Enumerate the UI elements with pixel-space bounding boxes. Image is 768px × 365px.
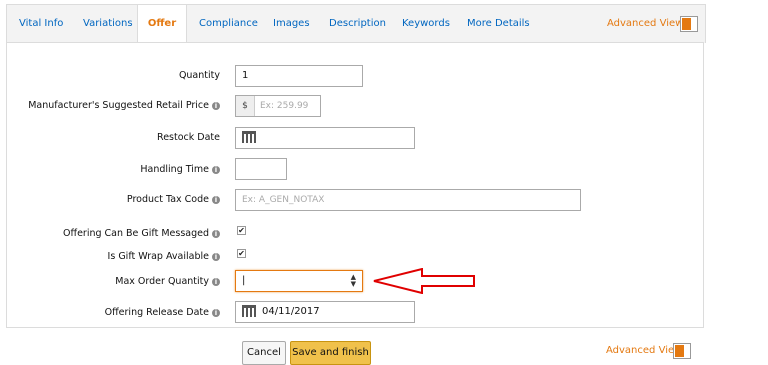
tab-description[interactable]: Description xyxy=(329,5,386,43)
product-tax-code-label: Product Tax Code i xyxy=(127,194,220,205)
calendar-icon[interactable] xyxy=(242,305,256,317)
msrp-label: Manufacturer's Suggested Retail Price i xyxy=(28,100,220,111)
tab-vital-info[interactable]: Vital Info xyxy=(19,5,63,43)
release-date-input[interactable]: 04/11/2017 xyxy=(235,301,415,323)
max-order-quantity-label: Max Order Quantity i xyxy=(115,276,220,287)
gift-wrap-label: Is Gift Wrap Available i xyxy=(108,251,220,262)
info-icon[interactable]: i xyxy=(212,277,220,286)
tab-variations[interactable]: Variations xyxy=(83,5,133,43)
advanced-view-toggle-bottom[interactable] xyxy=(673,343,691,359)
tab-images[interactable]: Images xyxy=(273,5,310,43)
quantity-input[interactable]: 1 xyxy=(235,65,363,87)
tax-code-placeholder: Ex: A_GEN_NOTAX xyxy=(242,195,325,205)
restock-date-input[interactable] xyxy=(235,127,415,149)
handling-time-input[interactable] xyxy=(235,158,287,180)
calendar-icon[interactable] xyxy=(242,131,256,143)
advanced-view-toggle-top[interactable] xyxy=(680,16,698,32)
tab-bar: Vital Info Variations Offer Compliance I… xyxy=(6,4,706,45)
msrp-input[interactable]: $ Ex: 259.99 xyxy=(235,95,321,117)
advanced-view-label-top[interactable]: Advanced View xyxy=(607,18,683,29)
gift-wrap-checkbox[interactable]: ✔ xyxy=(237,249,246,258)
info-icon[interactable]: i xyxy=(212,252,220,261)
handling-time-label: Handling Time i xyxy=(140,164,220,175)
info-icon[interactable]: i xyxy=(212,308,220,317)
quantity-label: Quantity xyxy=(178,70,220,81)
save-and-finish-button[interactable]: Save and finish xyxy=(290,341,371,365)
toggle-knob xyxy=(675,345,684,357)
tab-more-details[interactable]: More Details xyxy=(467,5,530,43)
info-icon[interactable]: i xyxy=(212,229,220,238)
info-icon[interactable]: i xyxy=(212,101,220,110)
max-order-quantity-input[interactable]: | ▲ ▼ xyxy=(235,270,363,292)
gift-message-label: Offering Can Be Gift Messaged i xyxy=(63,228,220,239)
release-date-label: Offering Release Date i xyxy=(105,307,220,318)
currency-prefix: $ xyxy=(236,96,255,116)
cancel-button[interactable]: Cancel xyxy=(242,341,286,365)
info-icon[interactable]: i xyxy=(212,165,220,174)
toggle-knob xyxy=(682,18,691,30)
info-icon[interactable]: i xyxy=(212,195,220,204)
spinner-icon[interactable]: ▲ ▼ xyxy=(351,274,356,288)
red-arrow-annotation xyxy=(373,268,475,294)
product-tax-code-input[interactable]: Ex: A_GEN_NOTAX xyxy=(235,189,581,211)
advanced-view-label-bottom[interactable]: Advanced View xyxy=(606,345,682,356)
restock-date-label: Restock Date xyxy=(157,132,220,143)
msrp-placeholder: Ex: 259.99 xyxy=(260,101,309,111)
gift-message-checkbox[interactable]: ✔ xyxy=(237,226,246,235)
tab-keywords[interactable]: Keywords xyxy=(402,5,450,43)
tab-compliance[interactable]: Compliance xyxy=(199,5,258,43)
tab-offer[interactable]: Offer xyxy=(137,5,187,45)
